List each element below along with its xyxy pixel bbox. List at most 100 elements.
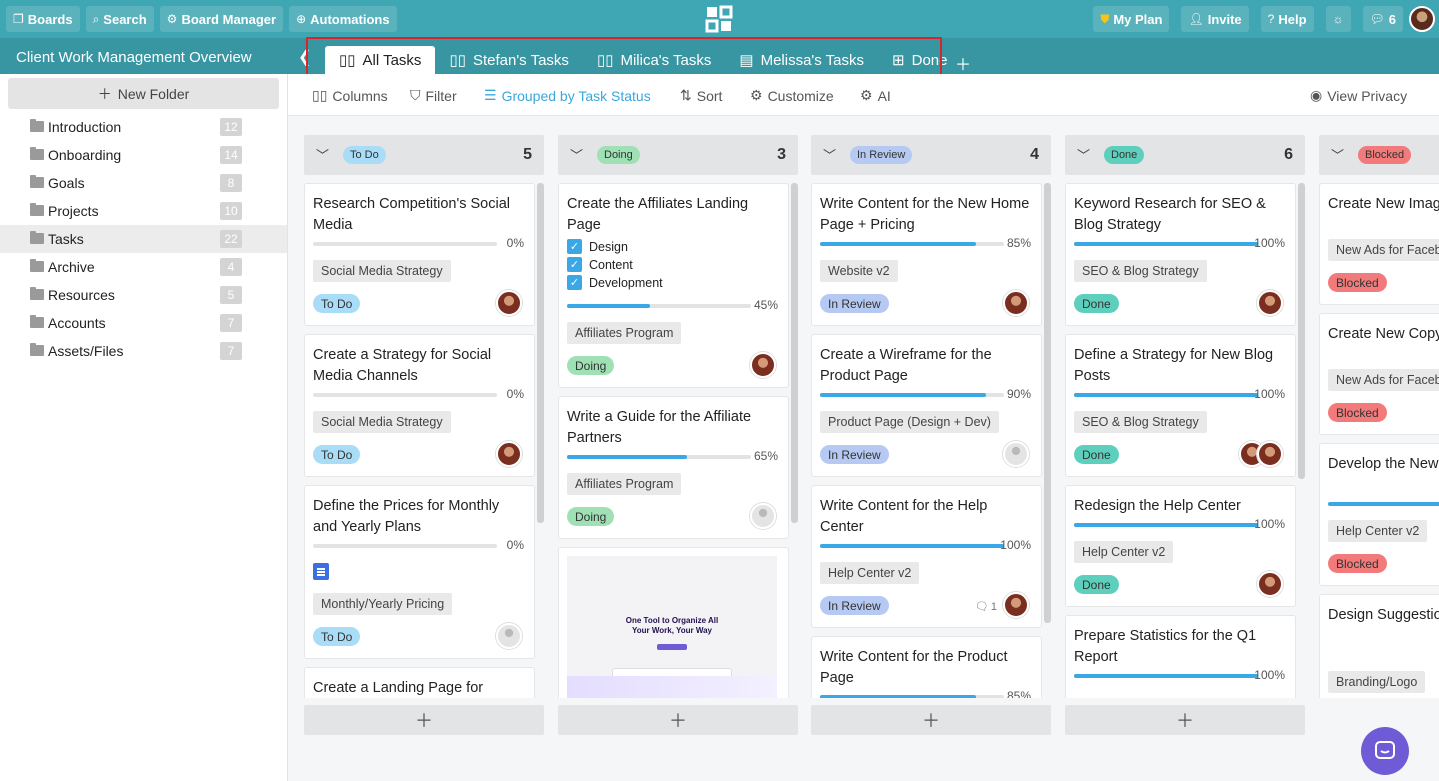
notifications-button[interactable]: 💬︎ 6	[1362, 6, 1403, 32]
status-badge[interactable]: Done	[1074, 445, 1119, 464]
checklist-item[interactable]: ✓ Development	[567, 275, 663, 290]
assignee-avatar[interactable]	[1257, 290, 1283, 316]
status-badge[interactable]: To Do	[313, 294, 361, 313]
task-card[interactable]: Create a Wireframe for the Product Page …	[811, 334, 1042, 477]
sidebar-item-projects[interactable]: Projects 10	[0, 197, 287, 225]
task-card[interactable]: Develop the New Platform Help Center v2 …	[1319, 443, 1439, 586]
column-scrollbar[interactable]	[791, 183, 798, 523]
task-card[interactable]: Define the Prices for Monthly and Yearly…	[304, 485, 535, 659]
tab-done[interactable]: ⊞ Done	[878, 46, 961, 74]
add-card-button[interactable]: ＋	[558, 705, 798, 735]
status-badge[interactable]: In Review	[820, 445, 889, 464]
assignee-avatar[interactable]	[750, 352, 776, 378]
status-badge[interactable]: Doing	[567, 356, 615, 375]
task-card-with-image[interactable]: One Tool to Organize All Your Work, Your…	[558, 547, 789, 698]
sort-button[interactable]: ⇅ Sort	[680, 87, 722, 104]
app-logo-icon[interactable]	[705, 5, 733, 33]
unassigned-avatar[interactable]	[496, 623, 522, 649]
search-button[interactable]: ⌕ Search	[85, 6, 154, 32]
sidebar-item-accounts[interactable]: Accounts 7	[0, 309, 287, 337]
task-card[interactable]: Create the Affiliates Landing Page ✓ Desi…	[558, 183, 789, 388]
project-tag[interactable]: Website v2	[820, 260, 898, 282]
project-tag[interactable]: Branding/Logo	[1328, 671, 1426, 693]
columns-button[interactable]: ▯▯ Columns	[312, 87, 388, 104]
project-tag[interactable]: SEO & Blog Strategy	[1074, 260, 1207, 282]
sidebar-item-goals[interactable]: Goals 8	[0, 169, 287, 197]
sidebar-item-resources[interactable]: Resources 5	[0, 281, 287, 309]
user-avatar[interactable]	[1409, 6, 1435, 32]
my-plan-button[interactable]: ⛊ My Plan	[1093, 6, 1170, 32]
assignee-avatar[interactable]	[496, 290, 522, 316]
project-tag[interactable]: Monthly/Yearly Pricing	[313, 593, 453, 615]
project-tag[interactable]: Help Center v2	[1328, 520, 1428, 542]
tab-all-tasks[interactable]: ▯▯ All Tasks	[325, 46, 436, 74]
add-card-button[interactable]: ＋	[1065, 705, 1305, 735]
project-tag[interactable]: Help Center v2	[820, 562, 920, 584]
assignee-avatar[interactable]	[1257, 441, 1283, 467]
document-icon[interactable]	[313, 563, 329, 580]
task-card[interactable]: Write Content for the Help Center 100% H…	[811, 485, 1042, 628]
comment-count[interactable]: 🗨︎ 1	[975, 600, 997, 614]
status-badge[interactable]: Blocked	[1328, 554, 1387, 573]
chat-launcher-button[interactable]	[1361, 727, 1409, 775]
task-card[interactable]: Research Competition's Social Media 0% S…	[304, 183, 535, 326]
sidebar-item-introduction[interactable]: Introduction 12	[0, 113, 287, 141]
project-tag[interactable]: Social Media Strategy	[313, 411, 451, 433]
add-view-button[interactable]: ＋	[955, 51, 971, 75]
add-card-button[interactable]: ＋	[304, 705, 544, 735]
column-header[interactable]: ﹀ Done 6	[1065, 135, 1305, 175]
project-tag[interactable]: New Ads for Faceb	[1328, 239, 1439, 261]
chevron-down-icon[interactable]: ﹀	[1077, 145, 1090, 164]
status-badge[interactable]: Doing	[567, 507, 615, 526]
tab-stefans-tasks[interactable]: ▯▯ Stefan's Tasks	[435, 46, 583, 74]
status-badge[interactable]: Blocked	[1328, 403, 1387, 422]
chevron-down-icon[interactable]: ﹀	[823, 145, 836, 164]
project-tag[interactable]: Product Page (Design + Dev)	[820, 411, 999, 433]
task-card[interactable]: Create a Landing Page for	[304, 667, 535, 698]
unassigned-avatar[interactable]	[750, 503, 776, 529]
status-badge[interactable]: In Review	[820, 294, 889, 313]
project-tag[interactable]: Affiliates Program	[567, 473, 682, 495]
chevron-down-icon[interactable]: ﹀	[1331, 145, 1344, 164]
automations-button[interactable]: ⊕ Automations	[289, 6, 397, 32]
assignee-avatar[interactable]	[1257, 571, 1283, 597]
task-card[interactable]: Prepare Statistics for the Q1 Report 100…	[1065, 615, 1296, 698]
task-card[interactable]: Create New Copy New Ads for Faceb Blocke…	[1319, 313, 1439, 435]
checklist-item[interactable]: ✓ Content	[567, 257, 633, 272]
column-scrollbar[interactable]	[1044, 183, 1051, 623]
task-card[interactable]: Write a Guide for the Affiliate Partners…	[558, 396, 789, 539]
column-header[interactable]: ﹀ Blocked	[1319, 135, 1439, 175]
task-card[interactable]: Create a Strategy for Social Media Chann…	[304, 334, 535, 477]
card-image-preview[interactable]: One Tool to Organize All Your Work, Your…	[567, 556, 777, 698]
status-badge[interactable]: Blocked	[1328, 273, 1387, 292]
sidebar-item-tasks[interactable]: Tasks 22	[0, 225, 287, 253]
task-card[interactable]: Keyword Research for SEO & Blog Strategy…	[1065, 183, 1296, 326]
sidebar-item-onboarding[interactable]: Onboarding 14	[0, 141, 287, 169]
sidebar-item-archive[interactable]: Archive 4	[0, 253, 287, 281]
task-card[interactable]: Write Content for the Product Page 85%	[811, 636, 1042, 698]
column-header[interactable]: ﹀ To Do 5	[304, 135, 544, 175]
task-card[interactable]: Create New Imag New Ads for Faceb Blocke…	[1319, 183, 1439, 305]
checkbox-checked-icon[interactable]: ✓	[567, 257, 582, 272]
chevron-down-icon[interactable]: ﹀	[570, 145, 583, 164]
status-badge[interactable]: Done	[1074, 575, 1119, 594]
group-by-button[interactable]: ☰ Grouped by Task Status	[484, 87, 651, 104]
task-card[interactable]: Define a Strategy for New Blog Posts 100…	[1065, 334, 1296, 477]
task-card[interactable]: Design Suggestio Logo Branding/Logo	[1319, 594, 1439, 698]
project-tag[interactable]: Social Media Strategy	[313, 260, 451, 282]
theme-toggle-button[interactable]: ☼	[1325, 6, 1351, 32]
customize-button[interactable]: ⚙ Customize	[750, 87, 834, 104]
chevron-down-icon[interactable]: ﹀	[316, 145, 329, 164]
task-card[interactable]: Redesign the Help Center 100% Help Cente…	[1065, 485, 1296, 607]
checkbox-checked-icon[interactable]: ✓	[567, 275, 582, 290]
assignee-avatar[interactable]	[1003, 290, 1029, 316]
status-badge[interactable]: Done	[1074, 294, 1119, 313]
board-manager-button[interactable]: ⚙ Board Manager	[159, 6, 284, 32]
help-button[interactable]: ? Help	[1260, 6, 1314, 32]
project-tag[interactable]: New Ads for Faceb	[1328, 369, 1439, 391]
assignee-avatar[interactable]	[496, 441, 522, 467]
sidebar-item-assets-files[interactable]: Assets/Files 7	[0, 337, 287, 365]
column-scrollbar[interactable]	[1298, 183, 1305, 479]
status-badge[interactable]: In Review	[820, 596, 889, 615]
tab-milicas-tasks[interactable]: ▯▯ Milica's Tasks	[583, 46, 725, 74]
